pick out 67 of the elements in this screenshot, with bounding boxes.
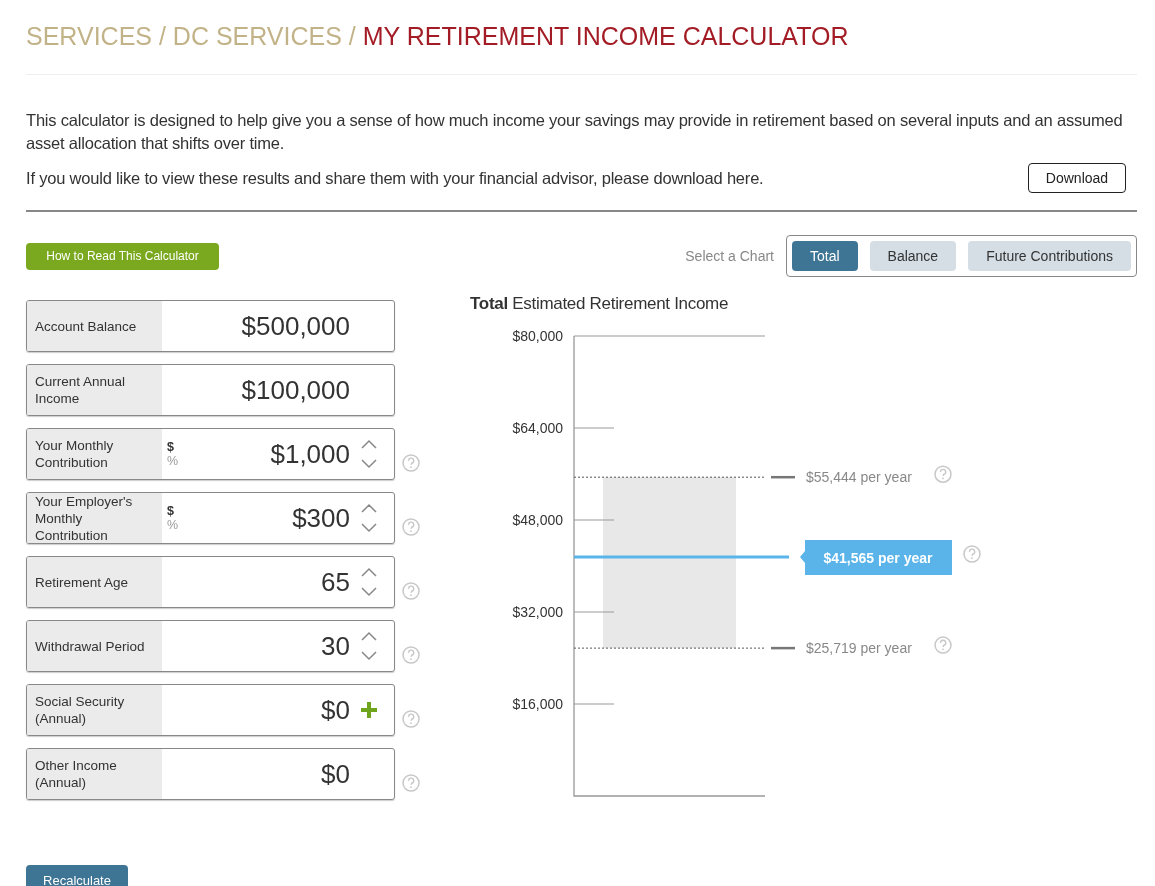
breadcrumb-separator: / [157,22,167,52]
help-icon[interactable] [934,465,952,483]
field-value: $0 [320,758,351,790]
stepper-icon[interactable] [360,501,378,535]
tick-label: $64,000 [512,420,563,436]
chart-title: Total Estimated Retirement Income [470,294,730,314]
range-label: $55,444 per year [806,469,912,486]
help-icon[interactable] [401,581,421,601]
help-icon[interactable] [401,773,421,793]
input-field[interactable]: Your Monthly Contribution $ % $1,000 [26,428,395,480]
field-label: Account Balance [27,301,162,351]
intro-text: This calculator is designed to help give you a sense of how much income your savings may provide in retirement based on several inputs and an assumed asset allocation that shifts over time. [26,110,1124,154]
tick-mark [573,611,615,613]
stepper-icon[interactable] [360,437,378,471]
range-dash [771,475,795,479]
tick-mark [573,703,615,705]
help-icon[interactable] [963,545,981,563]
field-label: Other Income (Annual) [27,749,162,799]
stepper-icon[interactable] [360,565,378,599]
tick-label: $80,000 [512,328,563,344]
input-field[interactable]: Social Security (Annual) $0 [26,684,395,736]
select-chart-label: Select a Chart [685,248,774,264]
input-field[interactable]: Withdrawal Period 30 [26,620,395,672]
stepper-icon[interactable] [360,629,378,663]
field-value: $300 [291,502,351,534]
field-value: $1,000 [269,438,351,470]
help-icon[interactable] [401,517,421,537]
breadcrumb-separator: / [347,22,357,52]
chart-tab[interactable]: Balance [869,241,957,271]
field-value: 30 [320,630,351,662]
field-label: Your Employer's Monthly Contribution [27,493,162,543]
tick-label: $16,000 [512,696,563,712]
chart-tab[interactable]: Total [792,241,858,271]
recalculate-button[interactable]: Recalculate [26,865,128,886]
field-label: Social Security (Annual) [27,685,162,735]
tick-label: $48,000 [512,512,563,528]
download-button[interactable]: Download [1028,163,1126,193]
tick-label: $32,000 [512,604,563,620]
field-label: Current Annual Income [27,365,162,415]
field-value: 65 [320,566,351,598]
tick-mark [573,427,615,429]
tick-mark [573,519,615,521]
chart-tab[interactable]: Future Contributions [968,241,1131,271]
estimate-callout: $41,565 per year [800,540,952,575]
unit-toggle[interactable]: $ [167,440,185,454]
download-text: If you would like to view these results and share them with your financial advisor, please download here. [26,168,764,188]
field-label: Withdrawal Period [27,621,162,671]
field-value: $0 [320,694,351,726]
field-value: $500,000 [240,310,351,342]
input-field[interactable]: Current Annual Income $100,000 [26,364,395,416]
plus-icon[interactable] [360,701,378,719]
help-icon[interactable] [934,636,952,654]
range-label: $25,719 per year [806,640,912,657]
help-icon[interactable] [401,453,421,473]
ref-line-label: $41,565 per year [823,550,934,566]
input-field[interactable]: Account Balance $500,000 [26,300,395,352]
input-field[interactable]: Retirement Age 65 [26,556,395,608]
input-field[interactable]: Your Employer's Monthly Contribution $ % $300 [26,492,395,544]
breadcrumb-item: MY RETIREMENT INCOME CALCULATOR [362,22,849,52]
range-dash [771,646,795,650]
help-icon[interactable] [401,709,421,729]
input-field[interactable]: Other Income (Annual) $0 [26,748,395,800]
unit-toggle[interactable]: $ [167,504,185,518]
help-icon[interactable] [401,645,421,665]
field-value: $100,000 [240,374,351,406]
field-label: Your Monthly Contribution [27,429,162,479]
field-label: Retirement Age [27,557,162,607]
